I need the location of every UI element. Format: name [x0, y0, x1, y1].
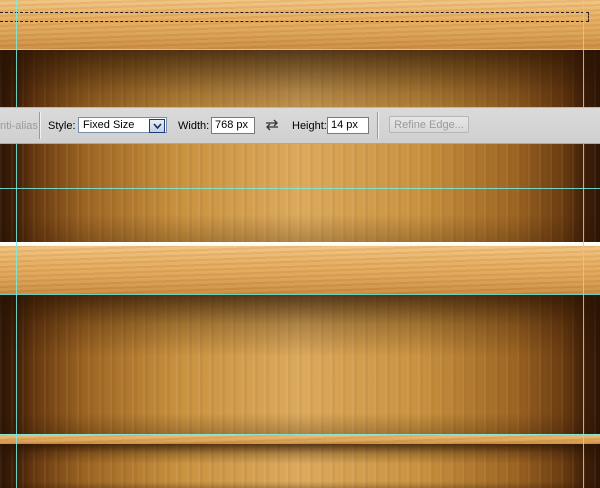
guide-horizontal[interactable]: [0, 49, 600, 50]
style-select-value: Fixed Size: [83, 119, 135, 131]
middle-shelf-board: [0, 246, 600, 294]
style-label: Style:: [48, 119, 76, 132]
refine-edge-button[interactable]: Refine Edge...: [389, 116, 469, 133]
lower-shelf-board: [0, 434, 600, 444]
lower-back-panel: [0, 294, 600, 434]
width-input[interactable]: 768 px: [211, 117, 255, 134]
width-field-wrap: 768 px: [211, 108, 255, 143]
swap-arrows-icon[interactable]: [265, 119, 279, 131]
chevron-down-icon[interactable]: [149, 119, 165, 133]
height-label: Height:: [292, 119, 327, 132]
anti-alias-label[interactable]: nti-alias: [0, 108, 38, 143]
style-select[interactable]: Fixed Size: [78, 117, 167, 133]
guide-horizontal[interactable]: [0, 294, 600, 295]
guide-vertical-right[interactable]: [583, 0, 584, 488]
height-input[interactable]: 14 px: [327, 117, 369, 134]
top-shelf-board: [0, 0, 600, 50]
bottom-back-panel: [0, 444, 600, 488]
guide-vertical-left[interactable]: [16, 0, 17, 488]
toolbar-separator: [39, 112, 41, 139]
width-label: Width:: [178, 119, 210, 132]
toolbar-separator: [377, 112, 379, 139]
marquee-selection[interactable]: [0, 12, 589, 22]
guide-horizontal[interactable]: [0, 188, 600, 189]
document-canvas[interactable]: [0, 0, 600, 488]
upper-back-panel: [0, 50, 600, 243]
height-field-wrap: 14 px: [327, 108, 369, 143]
options-bar: nti-alias Style: Fixed Size Width: 768 p…: [0, 107, 600, 144]
guide-horizontal[interactable]: [0, 434, 600, 435]
